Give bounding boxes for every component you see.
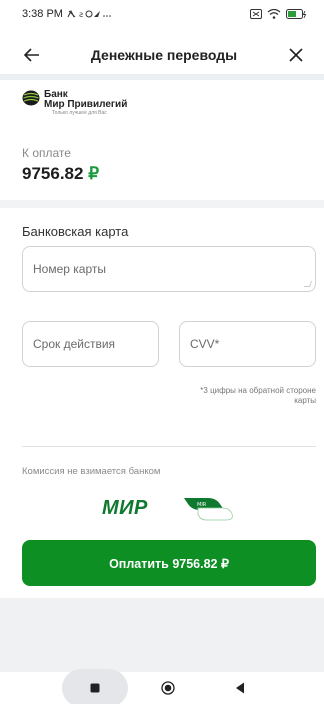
resize-grip-icon (303, 281, 313, 287)
payment-amount: 9756.82 ₽ (22, 164, 99, 184)
divider-line (22, 446, 316, 447)
currency-symbol: ₽ (88, 164, 100, 183)
back-arrow-icon (24, 48, 39, 62)
status-bar: 3:38 PM ƨ (0, 0, 324, 28)
wifi-icon (267, 9, 281, 19)
svg-text:ƨ: ƨ (79, 10, 83, 19)
status-time: 3:38 PM (22, 8, 63, 20)
card-section-label: Банковская карта (22, 224, 129, 239)
notification-icons: ƨ (67, 9, 111, 19)
pay-button[interactable]: Оплатить 9756.82 ₽ (22, 540, 316, 586)
card-number-field[interactable] (22, 246, 316, 292)
home-icon (161, 681, 175, 695)
expiry-field[interactable] (22, 321, 159, 367)
cvv-input[interactable] (190, 337, 315, 351)
mir-logo: МИР (102, 497, 148, 519)
battery-icon (286, 9, 307, 19)
home-button[interactable] (158, 680, 178, 696)
expiry-input[interactable] (33, 337, 158, 351)
bank-emblem-icon (22, 90, 40, 106)
amount-value: 9756.82 (22, 164, 84, 183)
bank-name-block: Банк Мир Привилегий Только лучшее для Ва… (44, 90, 127, 117)
close-icon (289, 48, 303, 62)
back-icon (236, 682, 244, 694)
card-number-input[interactable] (33, 262, 315, 276)
recents-icon (90, 683, 100, 693)
back-button[interactable] (20, 43, 44, 67)
bottom-spacer (0, 598, 324, 672)
page-title: Денежные переводы (90, 47, 238, 63)
cvv-hint: *3 цифры на обратной стороне карты (200, 386, 316, 405)
system-back-button[interactable] (230, 680, 250, 696)
header-divider (0, 74, 324, 80)
mir-pay-icon: MIR (184, 498, 233, 521)
app-bar: Денежные переводы (0, 36, 324, 74)
payment-label: К оплате (22, 146, 71, 160)
commission-note: Комиссия не взимается банком (22, 466, 161, 477)
status-right (250, 9, 308, 19)
close-button[interactable] (284, 43, 308, 67)
bank-logo: Банк Мир Привилегий Только лучшее для Ва… (22, 90, 127, 117)
svg-text:MIR: MIR (197, 502, 207, 508)
recents-button[interactable] (85, 680, 105, 696)
bank-tagline: Только лучшее для Вас (52, 110, 107, 116)
section-divider (0, 200, 324, 208)
cvv-field[interactable] (179, 321, 316, 367)
bank-name-line2: Мир Привилегий (44, 99, 128, 110)
status-left: 3:38 PM ƨ (22, 8, 111, 20)
sim-icon (250, 9, 262, 19)
